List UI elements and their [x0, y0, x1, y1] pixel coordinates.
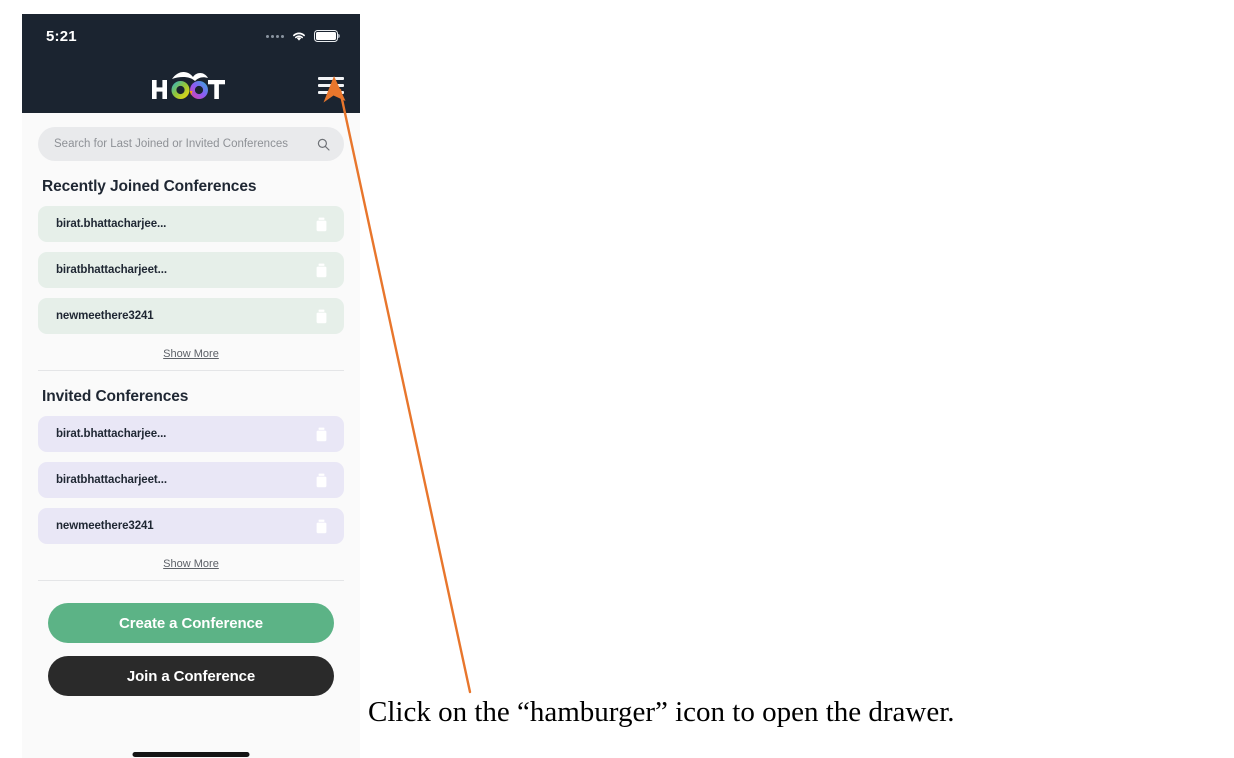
list-item[interactable]: newmeethere3241	[38, 298, 344, 334]
conference-name: birat.bhattacharjee...	[56, 218, 167, 230]
home-indicator	[132, 752, 250, 757]
show-more-wrapper: Show More	[38, 554, 344, 572]
conference-name: newmeethere3241	[56, 310, 154, 322]
join-conference-button[interactable]: Join a Conference	[48, 656, 334, 696]
list-item[interactable]: biratbhattacharjeet...	[38, 462, 344, 498]
hoot-logo	[148, 69, 234, 103]
status-indicators	[266, 30, 341, 42]
phone-mockup: 5:21 Search for Last Joined or Invited C…	[22, 14, 360, 758]
invited-title: Invited Conferences	[42, 388, 189, 405]
search-icon[interactable]	[317, 138, 330, 151]
conference-name: birat.bhattacharjee...	[56, 428, 167, 440]
list-item[interactable]: birat.bhattacharjee...	[38, 416, 344, 452]
conference-name: newmeethere3241	[56, 520, 154, 532]
status-bar: 5:21	[22, 14, 360, 58]
section-divider	[38, 370, 344, 371]
app-header	[22, 58, 360, 113]
conference-name: biratbhattacharjeet...	[56, 264, 167, 276]
battery-icon	[314, 30, 341, 42]
search-placeholder: Search for Last Joined or Invited Confer…	[54, 138, 288, 150]
trash-icon[interactable]	[315, 263, 328, 278]
list-item[interactable]: biratbhattacharjeet...	[38, 252, 344, 288]
recently-joined-title: Recently Joined Conferences	[42, 178, 257, 195]
show-more-recently-joined[interactable]: Show More	[163, 348, 219, 360]
wifi-icon	[291, 30, 307, 42]
show-more-wrapper: Show More	[38, 344, 344, 362]
app-content: Search for Last Joined or Invited Confer…	[22, 127, 360, 758]
trash-icon[interactable]	[315, 473, 328, 488]
search-input[interactable]: Search for Last Joined or Invited Confer…	[38, 127, 344, 161]
conference-name: biratbhattacharjeet...	[56, 474, 167, 486]
show-more-invited[interactable]: Show More	[163, 558, 219, 570]
trash-icon[interactable]	[315, 427, 328, 442]
status-time: 5:21	[46, 27, 77, 45]
trash-icon[interactable]	[315, 217, 328, 232]
signal-dots-icon	[266, 34, 284, 38]
list-item[interactable]: birat.bhattacharjee...	[38, 206, 344, 242]
section-divider	[38, 580, 344, 581]
trash-icon[interactable]	[315, 519, 328, 534]
trash-icon[interactable]	[315, 309, 328, 324]
list-item[interactable]: newmeethere3241	[38, 508, 344, 544]
instruction-caption: Click on the “hamburger” icon to open th…	[368, 696, 955, 728]
create-conference-button[interactable]: Create a Conference	[48, 603, 334, 643]
hamburger-icon[interactable]	[318, 75, 344, 97]
